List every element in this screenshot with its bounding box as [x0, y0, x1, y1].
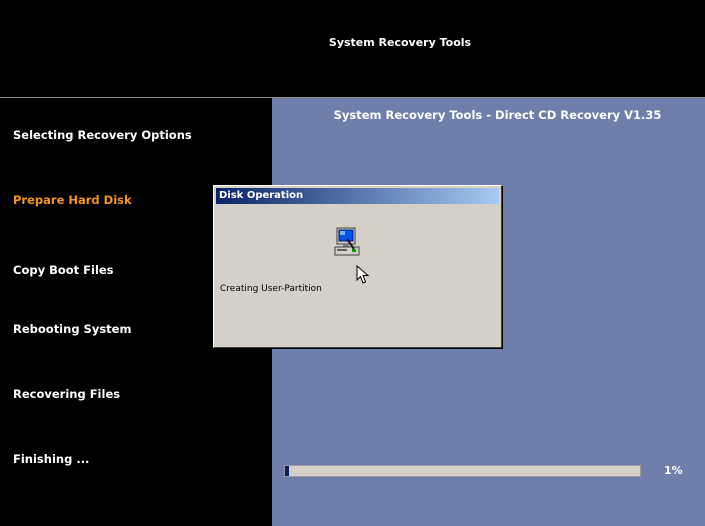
- step-selecting-recovery-options: Selecting Recovery Options: [13, 128, 192, 142]
- header-bar: System Recovery Tools: [0, 0, 705, 98]
- step-finishing: Finishing ...: [13, 452, 90, 466]
- dialog-message: Creating User-Partition: [220, 284, 322, 294]
- computer-icon: [334, 227, 360, 256]
- step-copy-boot-files: Copy Boot Files: [13, 263, 114, 277]
- dialog-titlebar[interactable]: Disk Operation: [216, 188, 499, 204]
- step-prepare-hard-disk: Prepare Hard Disk: [13, 193, 132, 207]
- main-title: System Recovery Tools - Direct CD Recove…: [333, 108, 662, 122]
- progress-percent: 1%: [664, 464, 683, 477]
- progress-bar: [284, 465, 641, 477]
- progress-fill: [285, 466, 289, 476]
- step-recovering-files: Recovering Files: [13, 387, 121, 401]
- dialog-title: Disk Operation: [219, 190, 304, 201]
- mouse-pointer-icon: [356, 265, 370, 284]
- app-title: System Recovery Tools: [328, 36, 472, 49]
- step-rebooting-system: Rebooting System: [13, 322, 132, 336]
